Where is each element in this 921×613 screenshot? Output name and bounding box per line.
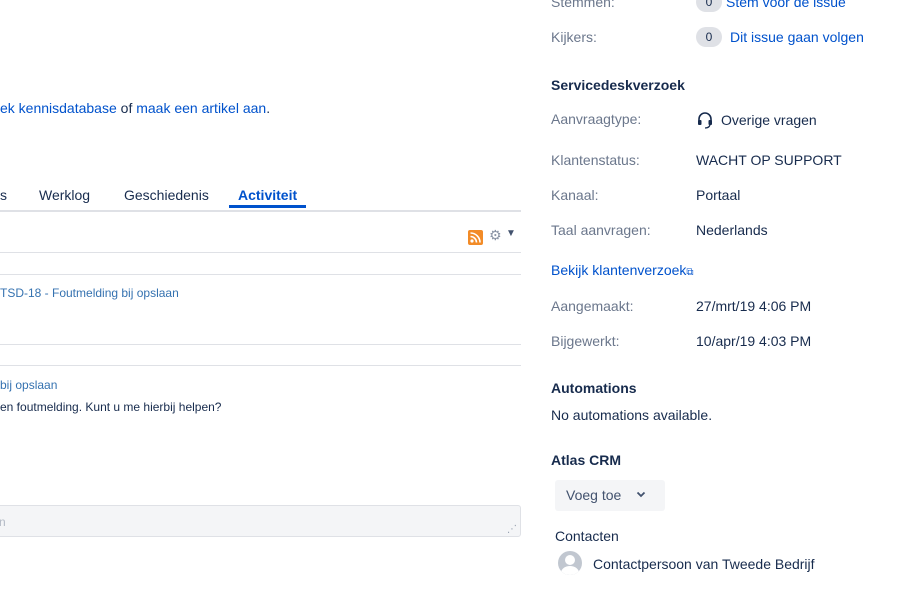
divider xyxy=(0,344,521,345)
activity-item-body: en foutmelding. Kunt u me hierbij helpen… xyxy=(0,400,222,414)
tab-activity[interactable]: Activiteit xyxy=(229,187,307,208)
channel-label: Kanaal: xyxy=(551,187,599,203)
votes-label: Stemmen: xyxy=(551,0,615,10)
headset-icon xyxy=(696,111,714,129)
activity-item-title[interactable]: TSD-18 - Foutmelding bij opslaan xyxy=(0,286,179,300)
rss-icon[interactable] xyxy=(468,230,483,245)
request-type-value: Overige vragen xyxy=(721,112,817,128)
knowledge-base-search-link[interactable]: ek kennisdatabase xyxy=(0,100,117,116)
customer-status-value: WACHT OP SUPPORT xyxy=(696,152,842,168)
view-customer-request-link[interactable]: Bekijk klantenverzoek⧉ xyxy=(551,262,694,278)
watch-issue-link[interactable]: Dit issue gaan volgen xyxy=(730,29,864,45)
watchers-label: Kijkers: xyxy=(551,29,597,45)
add-button-label: Voeg toe xyxy=(566,487,622,503)
vote-link[interactable]: Stem voor de issue xyxy=(726,0,846,10)
votes-count-badge: 0 xyxy=(696,0,722,12)
customer-status-label: Klantenstatus: xyxy=(551,152,640,168)
updated-value: 10/apr/19 4:03 PM xyxy=(696,333,812,349)
kb-line-suffix: . xyxy=(266,100,271,116)
automations-empty-text: No automations available. xyxy=(551,407,713,423)
language-value: Nederlands xyxy=(696,222,768,238)
contacts-label: Contacten xyxy=(555,528,619,544)
caret-down-icon[interactable]: ▼ xyxy=(506,228,516,239)
contact-name[interactable]: Contactpersoon van Tweede Bedrijf xyxy=(593,556,815,572)
activity-tabs: s Werklog Geschiedenis Activiteit xyxy=(0,184,521,212)
divider xyxy=(0,274,521,275)
knowledge-base-line: ek kennisdatabase of maak een artikel aa… xyxy=(0,100,270,116)
tab-worklog[interactable]: Werklog xyxy=(39,187,90,203)
activity-item-title[interactable]: bij opslaan xyxy=(0,378,57,392)
resize-handle-icon[interactable]: ⋰ xyxy=(507,524,517,535)
comment-input[interactable]: n ⋰ xyxy=(0,505,521,537)
created-label: Aangemaakt: xyxy=(551,298,634,314)
automations-heading: Automations xyxy=(551,380,637,396)
created-value: 27/mrt/19 4:06 PM xyxy=(696,298,812,314)
updated-label: Bijgewerkt: xyxy=(551,333,620,349)
comment-placeholder: n xyxy=(0,515,6,529)
divider xyxy=(0,365,521,366)
gear-icon[interactable]: ⚙ xyxy=(489,227,502,244)
tab-partial[interactable]: s xyxy=(0,187,7,203)
external-link-icon: ⧉ xyxy=(686,267,694,278)
crm-heading: Atlas CRM xyxy=(551,452,622,468)
watchers-count-badge: 0 xyxy=(696,27,722,47)
request-type-label: Aanvraagtype: xyxy=(551,111,642,127)
servicedesk-heading: Servicedeskverzoek xyxy=(551,77,685,93)
create-article-link[interactable]: maak een artikel aan xyxy=(136,100,266,116)
tab-history[interactable]: Geschiedenis xyxy=(124,187,209,203)
channel-value: Portaal xyxy=(696,187,741,203)
chevron-down-icon xyxy=(635,488,647,503)
kb-line-text: of xyxy=(116,100,137,116)
activity-toolbar: ⚙ ▼ xyxy=(0,222,521,253)
avatar xyxy=(558,551,582,575)
language-label: Taal aanvragen: xyxy=(551,222,651,238)
add-contact-button[interactable]: Voeg toe xyxy=(555,480,665,511)
view-customer-request-label: Bekijk klantenverzoek xyxy=(551,262,687,278)
